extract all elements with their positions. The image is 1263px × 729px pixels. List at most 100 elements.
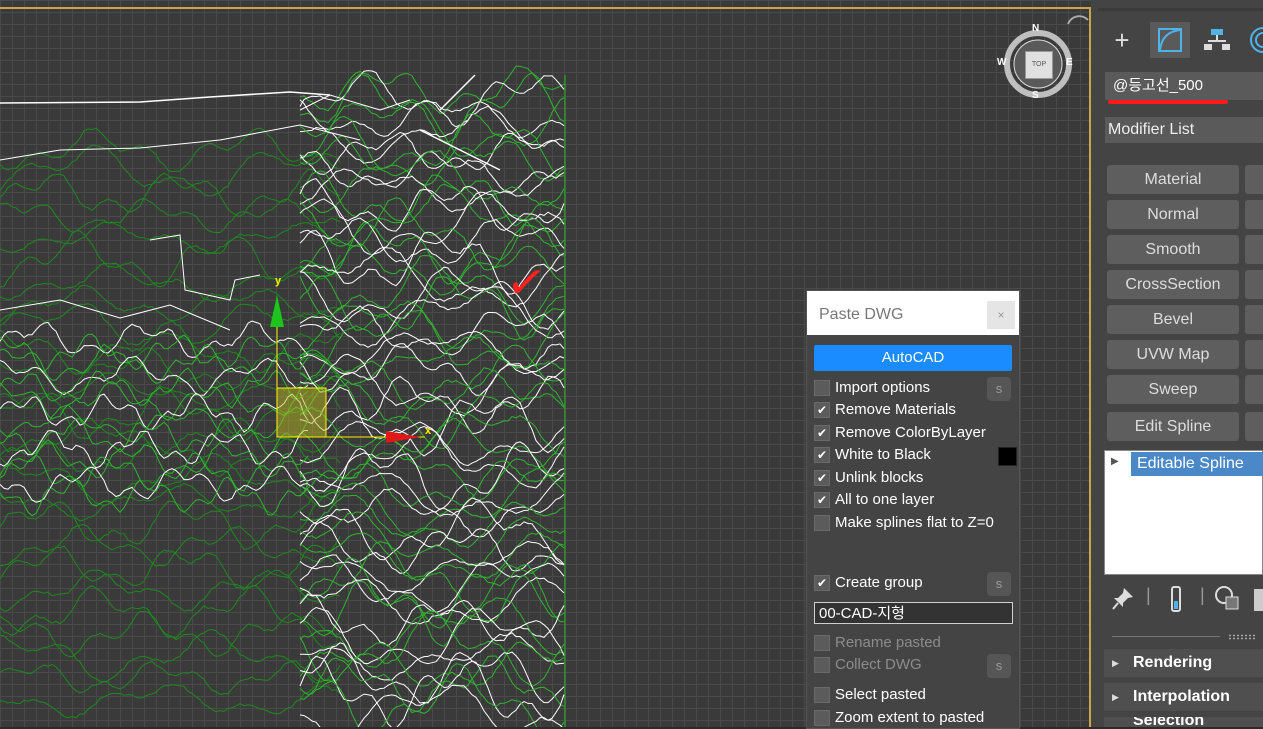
option-label: Make splines flat to Z=0 (835, 514, 994, 531)
checkbox[interactable] (814, 515, 830, 531)
option-label: Collect DWG (835, 656, 922, 673)
modifier-button-bevel[interactable]: Bevel (1107, 305, 1239, 334)
remove-modifier-icon[interactable] (1252, 587, 1263, 613)
red-underline-annotation (1108, 100, 1228, 104)
option-create-group[interactable]: ✔ Create group s (814, 572, 1014, 596)
modifier-button-normal[interactable]: Normal (1107, 200, 1239, 229)
option-collect-dwg: Collect DWG s (814, 654, 1014, 678)
expand-arrow-icon: ▶ (1112, 717, 1119, 727)
checkbox (814, 635, 830, 651)
viewcube-south[interactable]: S (1032, 90, 1039, 101)
dialog-titlebar[interactable]: Paste DWG × (807, 291, 1019, 335)
make-unique-icon[interactable] (1212, 583, 1246, 615)
viewcube[interactable]: TOP N S E W (997, 23, 1076, 102)
viewcube-home-icon[interactable] (1064, 10, 1091, 34)
viewcube-west[interactable]: W (997, 57, 1006, 68)
option-rename-pasted: Rename pasted (814, 633, 1014, 653)
show-end-result-icon[interactable] (1166, 585, 1186, 615)
option-all-to-one-layer[interactable]: ✔ All to one layer (814, 490, 1014, 510)
option-remove-colorbylayer[interactable]: ✔ Remove ColorByLayer (814, 423, 1014, 443)
viewcube-north[interactable]: N (1032, 23, 1039, 34)
pin-stack-icon[interactable] (1110, 585, 1136, 613)
option-select-pasted[interactable]: Select pasted (814, 685, 1014, 705)
color-swatch[interactable] (998, 447, 1017, 466)
rollout-rendering[interactable]: ▶ Rendering (1104, 649, 1263, 677)
modifier-list-dropdown[interactable]: Modifier List (1105, 117, 1263, 143)
checkbox[interactable]: ✔ (814, 575, 830, 591)
checkbox[interactable] (814, 710, 830, 726)
plus-icon: + (1114, 25, 1130, 55)
modifier-button-secondary[interactable] (1245, 200, 1263, 229)
option-label: Remove Materials (835, 401, 956, 418)
gizmo-x-label: x (425, 425, 432, 437)
rollout-selection[interactable]: ▶ Selection (1104, 717, 1263, 727)
modifier-button-sweep[interactable]: Sweep (1107, 375, 1239, 404)
viewcube-east[interactable]: E (1066, 57, 1073, 68)
modifier-button-secondary[interactable] (1245, 305, 1263, 334)
import-options-settings-button[interactable]: s (987, 377, 1011, 401)
dialog-title: Paste DWG (819, 306, 904, 323)
modifier-button-secondary[interactable] (1245, 235, 1263, 264)
rollout-label: Rendering (1133, 654, 1213, 671)
modifier-button-crosssection[interactable]: CrossSection (1107, 270, 1239, 299)
divider-line (1112, 636, 1220, 637)
option-label: Remove ColorByLayer (835, 424, 986, 441)
gizmo-y-label: y (275, 275, 282, 287)
grip-handle-icon[interactable] (1228, 634, 1256, 640)
modifier-button-secondary[interactable] (1245, 375, 1263, 404)
modifier-stack[interactable]: ▶ Editable Spline (1104, 450, 1263, 575)
option-zoom-extent[interactable]: Zoom extent to pasted (814, 708, 1014, 728)
modifier-button-material[interactable]: Material (1107, 165, 1239, 194)
option-label: All to one layer (835, 491, 935, 508)
tab-motion[interactable] (1243, 22, 1263, 58)
option-label: Create group (835, 574, 923, 591)
option-import-options[interactable]: Import options s (814, 377, 1014, 401)
tab-create[interactable]: + (1102, 22, 1142, 58)
viewcube-top-face[interactable]: TOP (1025, 51, 1053, 79)
checkbox[interactable]: ✔ (814, 425, 830, 441)
checkbox[interactable]: ✔ (814, 402, 830, 418)
checkbox[interactable]: ✔ (814, 470, 830, 486)
modifier-button-secondary[interactable] (1245, 165, 1263, 194)
viewport-active-border (0, 7, 1091, 9)
motion-icon (1250, 27, 1263, 53)
expand-arrow-icon: ▶ (1112, 658, 1119, 668)
gizmo-y-arrow (270, 295, 284, 327)
rollout-label: Interpolation (1133, 688, 1230, 705)
option-unlink-blocks[interactable]: ✔ Unlink blocks (814, 468, 1014, 488)
tab-modify[interactable] (1150, 22, 1190, 58)
paste-dwg-dialog: Paste DWG × AutoCAD Import options s ✔ R… (806, 290, 1020, 729)
modifier-button-secondary[interactable] (1245, 412, 1263, 441)
modifier-button-uvw-map[interactable]: UVW Map (1107, 340, 1239, 369)
hierarchy-icon (1204, 29, 1230, 50)
collect-dwg-settings-button[interactable]: s (987, 654, 1011, 678)
rollout-interpolation[interactable]: ▶ Interpolation (1104, 683, 1263, 711)
option-remove-materials[interactable]: ✔ Remove Materials (814, 400, 1014, 420)
option-label: Rename pasted (835, 634, 941, 651)
modifier-button-smooth[interactable]: Smooth (1107, 235, 1239, 264)
option-white-to-black[interactable]: ✔ White to Black (814, 445, 1017, 466)
red-checkmark-annotation: ✓ (502, 254, 550, 313)
option-make-splines-flat[interactable]: Make splines flat to Z=0 (814, 513, 1014, 533)
object-name-field[interactable]: @등고선_500 (1105, 72, 1263, 100)
modifier-button-edit-spline[interactable]: Edit Spline (1107, 412, 1239, 441)
create-group-settings-button[interactable]: s (987, 572, 1011, 596)
group-name-input[interactable]: 00-CAD-지형 (814, 602, 1013, 624)
checkbox[interactable] (814, 687, 830, 703)
modifier-button-secondary[interactable] (1245, 340, 1263, 369)
gizmo-plane-xy (276, 387, 327, 438)
checkbox (814, 657, 830, 673)
option-label: Import options (835, 379, 931, 396)
expand-arrow-icon[interactable]: ▶ (1111, 456, 1119, 467)
option-label: White to Black (835, 446, 931, 463)
autocad-button[interactable]: AutoCAD (814, 345, 1012, 371)
close-icon[interactable]: × (987, 301, 1015, 329)
stack-toolbar: | | (1104, 583, 1263, 619)
checkbox[interactable]: ✔ (814, 492, 830, 508)
stack-item-editable-spline[interactable]: Editable Spline (1131, 452, 1263, 476)
checkbox[interactable] (814, 380, 830, 396)
checkbox[interactable]: ✔ (814, 447, 830, 463)
modifier-button-secondary[interactable] (1245, 270, 1263, 299)
option-label: Unlink blocks (835, 469, 924, 486)
tab-hierarchy[interactable] (1197, 22, 1237, 58)
